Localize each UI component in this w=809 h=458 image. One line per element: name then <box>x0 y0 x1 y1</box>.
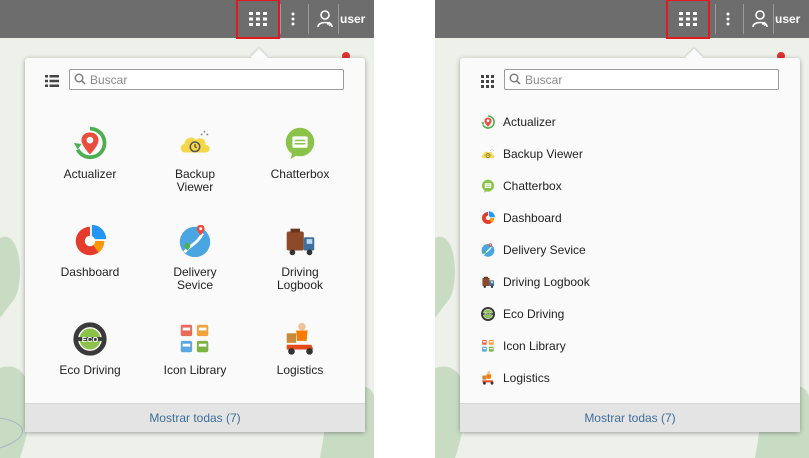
app-label: Actualizer <box>63 167 117 181</box>
list-view-icon <box>45 75 59 87</box>
topbar-divider <box>715 4 716 34</box>
actualizer-icon <box>480 114 496 130</box>
user-menu-button[interactable] <box>747 0 773 38</box>
search-input[interactable] <box>90 70 338 89</box>
icon-library-icon <box>176 320 214 358</box>
app-list-item-actualizer[interactable]: Actualizer <box>480 106 780 138</box>
app-label: Logistics <box>503 371 550 385</box>
kebab-icon <box>726 12 730 26</box>
app-list-item-icon-library[interactable]: Icon Library <box>480 330 780 362</box>
app-label: Eco Driving <box>503 307 565 321</box>
top-bar: user <box>435 0 809 39</box>
dashboard-icon <box>480 210 496 226</box>
user-icon <box>752 10 768 28</box>
app-label: Driving Logbook <box>503 275 590 289</box>
topbar-divider <box>308 4 309 34</box>
apps-launcher-button[interactable] <box>666 0 710 39</box>
show-all-link[interactable]: Mostrar todas (7) <box>25 403 365 432</box>
icon-library-icon <box>480 338 496 354</box>
chatterbox-icon <box>281 124 319 162</box>
dropdown-header <box>25 58 365 104</box>
dropdown-header <box>460 58 800 104</box>
topbar-divider <box>743 4 744 34</box>
dashboard-icon <box>71 222 109 260</box>
driving-logbook-icon <box>480 274 496 290</box>
app-list-item-backup-viewer[interactable]: Backup Viewer <box>480 138 780 170</box>
apps-dropdown: Actualizer Backup Viewer Chatterbox Dash… <box>460 58 800 432</box>
driving-logbook-icon <box>281 222 319 260</box>
eco-driving-icon <box>71 320 109 358</box>
apps-list: Actualizer Backup Viewer Chatterbox Dash… <box>480 106 780 394</box>
app-tile-icon-library[interactable]: Icon Library <box>140 316 250 406</box>
app-list-item-chatterbox[interactable]: Chatterbox <box>480 170 780 202</box>
search-box <box>69 69 344 90</box>
chatterbox-icon <box>480 178 496 194</box>
app-list-item-dashboard[interactable]: Dashboard <box>480 202 780 234</box>
user-name-label[interactable]: user <box>775 0 800 38</box>
user-menu-button[interactable] <box>312 0 338 38</box>
topbar-divider <box>338 4 339 34</box>
app-label: Dashboard <box>503 211 562 225</box>
app-list-item-driving-logbook[interactable]: Driving Logbook <box>480 266 780 298</box>
top-bar: user <box>0 0 374 39</box>
list-view-toggle-button[interactable] <box>43 72 61 90</box>
app-tile-eco-driving[interactable]: Eco Driving <box>35 316 145 406</box>
search-input[interactable] <box>525 70 773 89</box>
app-tile-delivery-sevice[interactable]: Delivery Sevice <box>140 218 250 308</box>
more-options-button[interactable] <box>717 0 739 38</box>
grid-apps-icon <box>679 12 697 26</box>
search-icon <box>509 73 521 85</box>
app-tile-logistics[interactable]: Logistics <box>245 316 355 406</box>
backup-viewer-icon <box>480 146 496 162</box>
app-label: Delivery Sevice <box>503 243 586 257</box>
app-tile-chatterbox[interactable]: Chatterbox <box>245 120 355 210</box>
user-name-label[interactable]: user <box>340 0 365 38</box>
app-label: Chatterbox <box>270 167 330 181</box>
show-all-link[interactable]: Mostrar todas (7) <box>460 403 800 432</box>
panel-list-view: user Buscar Actualizer Backup Viewer Cha… <box>435 0 809 458</box>
app-list-item-delivery-sevice[interactable]: Delivery Sevice <box>480 234 780 266</box>
app-label: Backup Viewer <box>503 147 583 161</box>
app-label: Eco Driving <box>59 363 121 377</box>
app-list-item-eco-driving[interactable]: Eco Driving <box>480 298 780 330</box>
eco-driving-icon <box>480 306 496 322</box>
app-label: Actualizer <box>503 115 556 129</box>
app-label: Logistics <box>276 363 324 377</box>
app-label: Icon Library <box>163 363 227 377</box>
panel-grid-view: user Buscar Actualizer Backup Viewer Cha… <box>0 0 374 458</box>
actualizer-icon <box>71 124 109 162</box>
grid-view-toggle-button[interactable] <box>478 72 496 90</box>
app-tile-driving-logbook[interactable]: Driving Logbook <box>245 218 355 308</box>
search-icon <box>74 73 86 85</box>
app-label: Dashboard <box>60 265 120 279</box>
more-options-button[interactable] <box>282 0 304 38</box>
apps-launcher-button[interactable] <box>236 0 280 39</box>
topbar-divider <box>773 4 774 34</box>
grid-view-icon <box>480 74 494 88</box>
kebab-icon <box>291 12 295 26</box>
app-label: Delivery Sevice <box>173 265 217 292</box>
app-label: Icon Library <box>503 339 566 353</box>
apps-dropdown: Actualizer Backup Viewer Chatterbox Dash… <box>25 58 365 432</box>
app-label: Driving Logbook <box>276 265 324 292</box>
search-box <box>504 69 779 90</box>
delivery-sevice-icon <box>480 242 496 258</box>
app-list-item-logistics[interactable]: Logistics <box>480 362 780 394</box>
app-tile-actualizer[interactable]: Actualizer <box>35 120 145 210</box>
logistics-icon <box>281 320 319 358</box>
app-label: Backup Viewer <box>174 167 216 194</box>
app-tile-dashboard[interactable]: Dashboard <box>35 218 145 308</box>
logistics-icon <box>480 370 496 386</box>
app-tile-backup-viewer[interactable]: Backup Viewer <box>140 120 250 210</box>
backup-viewer-icon <box>176 124 214 162</box>
topbar-divider <box>280 4 281 34</box>
user-icon <box>317 10 333 28</box>
delivery-sevice-icon <box>176 222 214 260</box>
app-label: Chatterbox <box>503 179 562 193</box>
grid-apps-icon <box>249 12 267 26</box>
